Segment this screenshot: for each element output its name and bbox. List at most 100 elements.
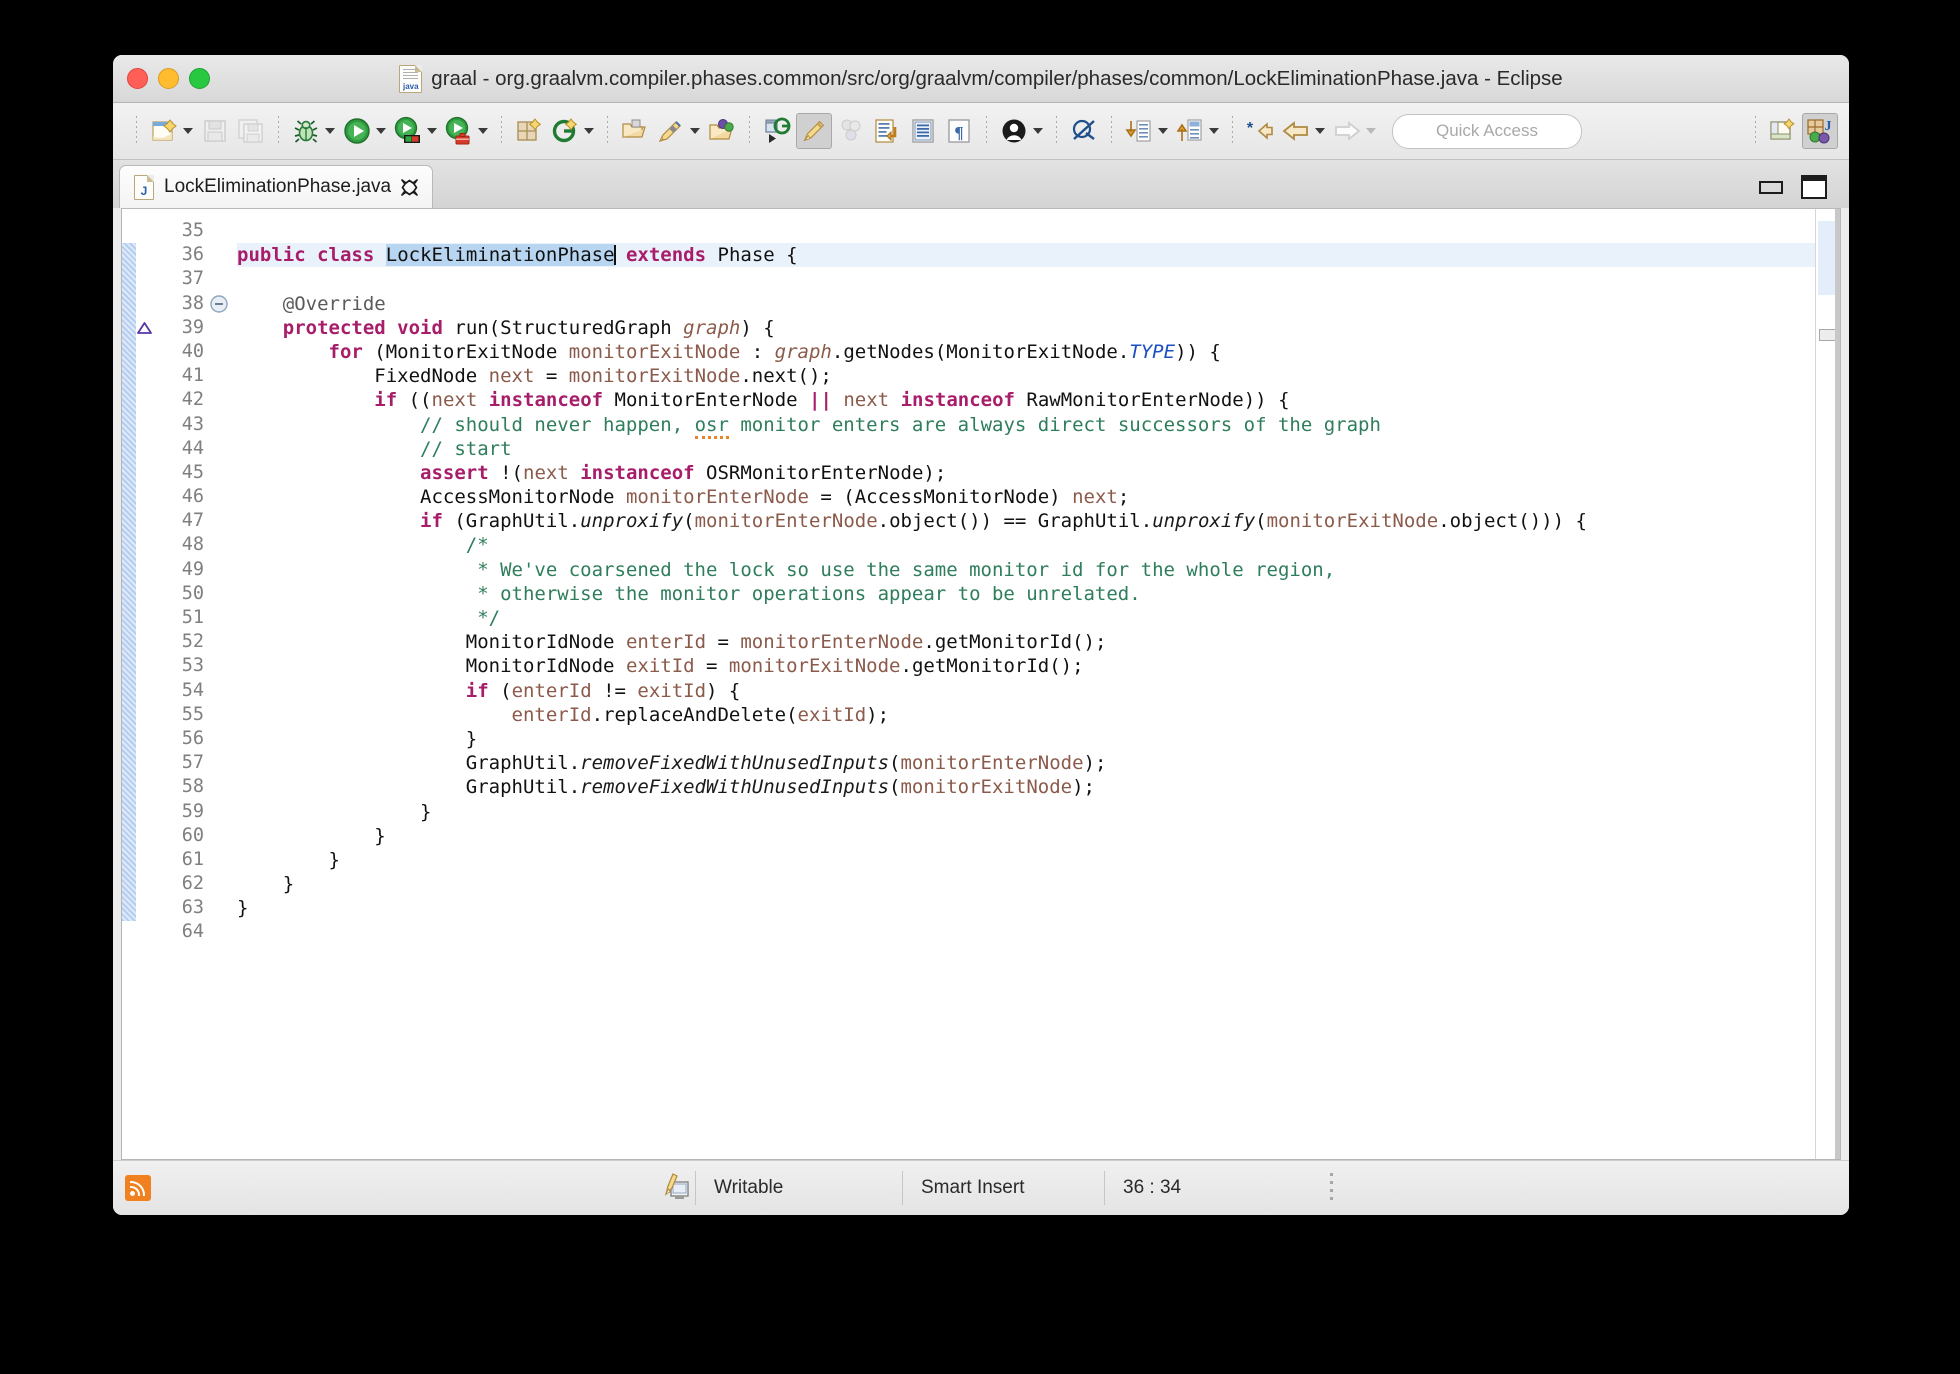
back-dropdown[interactable] — [1315, 128, 1325, 134]
code-line[interactable]: } — [237, 896, 1815, 920]
code-text-area[interactable]: public class LockEliminationPhase extend… — [229, 209, 1815, 1159]
external-tools-button[interactable] — [442, 114, 476, 148]
user-dropdown[interactable] — [1033, 128, 1043, 134]
code-line[interactable] — [237, 219, 1815, 243]
user-button[interactable] — [997, 114, 1031, 148]
fold-collapse-icon[interactable] — [210, 294, 228, 313]
close-x-icon[interactable] — [401, 178, 418, 196]
forward-button[interactable] — [1330, 114, 1364, 148]
code-token: } — [237, 800, 432, 823]
open-type-button[interactable] — [618, 114, 652, 148]
folding-ruler[interactable] — [209, 209, 229, 1159]
new-wizard-dropdown[interactable] — [183, 128, 193, 134]
save-button[interactable] — [198, 114, 232, 148]
code-token: ( — [889, 752, 901, 775]
code-token: exitId — [797, 703, 867, 726]
line-number: 62 — [181, 873, 204, 895]
skip-all-breakpoints-button[interactable] — [760, 114, 794, 148]
code-line[interactable]: } — [237, 800, 1815, 824]
debug-dropdown[interactable] — [325, 128, 335, 134]
line-number: 52 — [181, 631, 204, 653]
code-line[interactable]: /* — [237, 533, 1815, 557]
code-line[interactable]: for (MonitorExitNode monitorExitNode : g… — [237, 340, 1815, 364]
code-line[interactable]: // should never happen, osr monitor ente… — [237, 413, 1815, 439]
pull-dropdown[interactable] — [1158, 128, 1168, 134]
code-token: instanceof — [488, 389, 604, 412]
show-whitespace-button[interactable] — [906, 114, 940, 148]
back-star-button[interactable]: * — [1243, 114, 1277, 148]
code-token: = — [706, 631, 741, 654]
toggle-ant-build-button[interactable] — [834, 114, 868, 148]
new-java-project-button[interactable] — [512, 114, 546, 148]
code-line[interactable]: } — [237, 848, 1815, 872]
coverage-button[interactable] — [391, 114, 425, 148]
vertical-scrollbar[interactable] — [1835, 209, 1840, 1159]
status-resize-grip[interactable] — [1330, 1173, 1333, 1203]
zoom-window-button[interactable] — [189, 68, 210, 89]
quick-access-input[interactable]: Quick Access — [1392, 113, 1582, 149]
code-line[interactable]: if ((next instanceof MonitorEnterNode ||… — [237, 388, 1815, 412]
forward-dropdown[interactable] — [1366, 128, 1376, 134]
external-tools-dropdown[interactable] — [478, 128, 488, 134]
code-line[interactable]: enterId.replaceAndDelete(exitId); — [237, 703, 1815, 727]
code-editor[interactable]: 35 36 37 38 39 40 41 42 43 44 45 46 47 48 49 50 51 52 53 54… — [121, 208, 1841, 1160]
open-perspective-button[interactable] — [1766, 114, 1800, 148]
pilcrow-button[interactable]: ¶ — [942, 114, 976, 148]
code-line[interactable] — [237, 920, 1815, 944]
code-token: ) { — [740, 316, 775, 339]
new-wizard-button[interactable] — [147, 114, 181, 148]
view-window-buttons — [1759, 175, 1849, 208]
maximize-view-icon[interactable] — [1801, 175, 1827, 199]
pull-button[interactable] — [1122, 114, 1156, 148]
java-file-icon: java — [399, 64, 423, 93]
writable-pen-icon[interactable] — [660, 1171, 694, 1205]
perspective-java-button[interactable]: J — [1802, 113, 1838, 149]
coverage-dropdown[interactable] — [427, 128, 437, 134]
minimize-window-button[interactable] — [158, 68, 179, 89]
new-java-class-dropdown[interactable] — [584, 128, 594, 134]
code-line[interactable]: } — [237, 824, 1815, 848]
code-line[interactable]: assert !(next instanceof OSRMonitorEnter… — [237, 461, 1815, 485]
toggle-block-selection-button[interactable] — [870, 114, 904, 148]
code-line[interactable]: public class LockEliminationPhase extend… — [237, 243, 1815, 268]
code-token: } — [237, 727, 478, 750]
rss-feed-icon[interactable] — [125, 1175, 151, 1201]
push-dropdown[interactable] — [1209, 128, 1219, 134]
tab-lockeliminationphase[interactable]: J LockEliminationPhase.java — [119, 165, 434, 208]
code-token: !( — [488, 461, 523, 484]
code-line[interactable]: if (GraphUtil.unproxify(monitorEnterNode… — [237, 509, 1815, 533]
disable-annotations-button[interactable] — [1067, 114, 1101, 148]
search-button[interactable] — [654, 114, 688, 148]
code-line[interactable]: GraphUtil.removeFixedWithUnusedInputs(mo… — [237, 775, 1815, 799]
debug-button[interactable] — [289, 114, 323, 148]
code-line[interactable]: } — [237, 727, 1815, 751]
code-line[interactable]: // start — [237, 437, 1815, 461]
code-line[interactable] — [237, 267, 1815, 291]
code-token: GraphUtil. — [237, 776, 581, 799]
run-dropdown[interactable] — [376, 128, 386, 134]
code-line[interactable]: @Override — [237, 292, 1815, 316]
code-line[interactable]: MonitorIdNode enterId = monitorEnterNode… — [237, 630, 1815, 654]
window-title-group: java graal - org.graalvm.compiler.phases… — [113, 64, 1849, 93]
save-all-button[interactable] — [234, 114, 268, 148]
open-task-button[interactable] — [705, 114, 739, 148]
minimize-view-icon[interactable] — [1759, 180, 1783, 194]
search-dropdown[interactable] — [690, 128, 700, 134]
code-line[interactable]: if (enterId != exitId) { — [237, 679, 1815, 703]
run-button[interactable] — [340, 114, 374, 148]
code-line[interactable]: * We've coarsened the lock so use the sa… — [237, 558, 1815, 582]
new-java-class-button[interactable] — [548, 114, 582, 148]
push-button[interactable] — [1173, 114, 1207, 148]
close-window-button[interactable] — [127, 68, 148, 89]
code-line[interactable]: */ — [237, 606, 1815, 630]
annotation-column[interactable] — [122, 209, 152, 1159]
back-button[interactable] — [1279, 114, 1313, 148]
code-line[interactable]: protected void run(StructuredGraph graph… — [237, 316, 1815, 340]
code-line[interactable]: AccessMonitorNode monitorEnterNode = (Ac… — [237, 485, 1815, 509]
toggle-mark-occurrences-button[interactable] — [796, 113, 832, 149]
code-line[interactable]: } — [237, 872, 1815, 896]
code-line[interactable]: MonitorIdNode exitId = monitorExitNode.g… — [237, 654, 1815, 678]
code-line[interactable]: FixedNode next = monitorExitNode.next(); — [237, 364, 1815, 388]
code-line[interactable]: * otherwise the monitor operations appea… — [237, 582, 1815, 606]
code-line[interactable]: GraphUtil.removeFixedWithUnusedInputs(mo… — [237, 751, 1815, 775]
